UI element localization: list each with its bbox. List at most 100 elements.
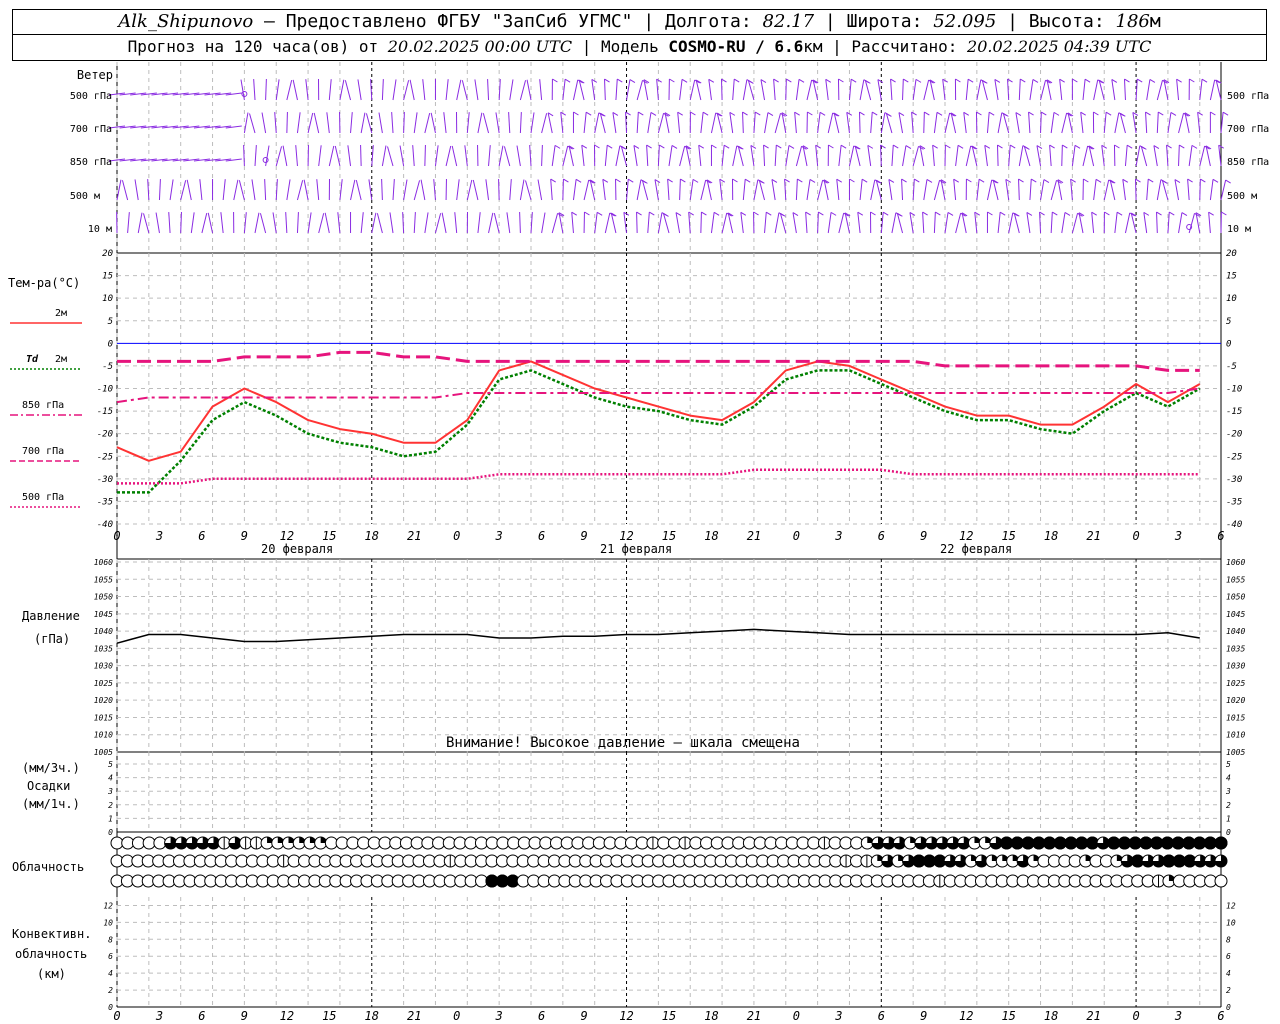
wind-barb-flag xyxy=(1062,144,1068,149)
wind-barb-flag xyxy=(1200,178,1206,183)
wind-barb xyxy=(259,213,267,234)
wind-barb xyxy=(912,146,919,167)
wind-barb-flag xyxy=(766,211,772,216)
wind-barb-flag xyxy=(690,111,696,116)
wind-barb-flag xyxy=(819,111,826,116)
wind-calm-marker xyxy=(262,157,269,163)
wind-barb xyxy=(657,145,660,167)
wind-level-850hpa: 850 гПа xyxy=(70,157,112,168)
wind-barb xyxy=(519,80,527,101)
wind-barb xyxy=(836,179,840,201)
wind-barb-flag xyxy=(788,145,795,149)
ytick-prec-left-5: 5 xyxy=(108,760,113,769)
wind-barb xyxy=(1040,80,1047,101)
wind-barb xyxy=(955,145,959,167)
wind-barb xyxy=(636,212,638,234)
wind-barb xyxy=(1059,79,1063,101)
cloud-fill-full xyxy=(1193,836,1207,850)
cloud-cell xyxy=(485,836,499,850)
ytick-pres-left-1045: 1045 xyxy=(94,610,113,619)
wind-barb-flag xyxy=(1201,78,1208,83)
wind-barb-flag xyxy=(1169,211,1175,216)
wind-barb-flag xyxy=(571,211,577,216)
wind-barb-flag xyxy=(1191,144,1198,149)
wind-barb-flag xyxy=(1156,211,1162,216)
wind-barb xyxy=(1156,212,1158,234)
wind-barb-flag xyxy=(713,211,720,216)
wind-barb xyxy=(482,113,490,134)
wind-barb xyxy=(207,212,214,234)
wind-barb xyxy=(286,79,293,101)
wind-barb xyxy=(950,112,957,134)
wind-barb-flag xyxy=(1187,178,1193,183)
wind-barb xyxy=(498,79,501,101)
wind-barb xyxy=(456,79,462,101)
wind-barb-flag xyxy=(807,111,813,116)
wind-barb-flag xyxy=(849,178,855,183)
wind-barb xyxy=(581,145,585,167)
wind-barb-flag xyxy=(903,78,909,83)
ytick-conv-right-10: 10 xyxy=(1226,918,1236,927)
ytick-temp-left-15: 15 xyxy=(102,272,113,282)
ytick-pres-left-1010: 1010 xyxy=(94,731,113,740)
wind-barb-flag xyxy=(1095,178,1102,183)
wind-barb-flag xyxy=(840,144,847,149)
wind-barb xyxy=(771,179,776,201)
ytick-pres-left-1055: 1055 xyxy=(94,575,113,584)
cloud-cell xyxy=(507,836,521,850)
wind-barb xyxy=(539,79,543,101)
wind-barb-flag xyxy=(1158,111,1164,116)
ytick-temp-left-20: 20 xyxy=(102,249,113,259)
wind-barb xyxy=(1080,112,1084,134)
wind-barb xyxy=(846,112,850,134)
cloud-cell xyxy=(635,836,649,850)
wind-barb-flag xyxy=(978,178,985,183)
cloud-cell xyxy=(667,836,681,850)
wind-barb xyxy=(1111,79,1116,101)
wind-barb-flag xyxy=(681,78,688,83)
wind-barb xyxy=(1135,179,1137,201)
wind-barb xyxy=(923,79,930,101)
wind-barb xyxy=(795,179,798,201)
wind-barb xyxy=(541,113,548,134)
wind-barb xyxy=(441,212,447,234)
wind-barb xyxy=(509,179,512,201)
ytick-prec-right-0: 0 xyxy=(1226,828,1231,837)
wind-barb-flag xyxy=(677,111,683,116)
wind-level-850hpa-right: 850 гПа xyxy=(1227,157,1269,168)
cloud-cell xyxy=(335,836,349,850)
wind-barb xyxy=(997,112,1003,134)
wind-barb xyxy=(541,212,546,234)
xtick-temp-11: 9 xyxy=(580,529,587,543)
wind-barb-flag xyxy=(575,178,582,183)
xtick-temp-5: 15 xyxy=(322,529,336,543)
legend-t2m-label: 2м xyxy=(55,308,67,319)
wind-barb xyxy=(334,145,341,167)
wind-barb xyxy=(838,212,845,234)
cloud-cell xyxy=(657,836,671,850)
ytick-temp-left--20: -20 xyxy=(97,430,113,440)
wind-barb xyxy=(589,179,596,201)
wind-barb-flag xyxy=(870,211,876,216)
ytick-pres-right-1010: 1010 xyxy=(1226,731,1245,740)
wind-barb xyxy=(1071,145,1076,167)
wind-barb xyxy=(817,112,821,134)
wind-level-700hpa-right: 700 гПа xyxy=(1227,124,1269,135)
wind-barb xyxy=(493,212,500,234)
wind-barb xyxy=(764,212,767,234)
wind-barb xyxy=(1122,179,1126,201)
xtick-bottom-0: 0 xyxy=(113,1009,120,1023)
wind-barb xyxy=(1082,79,1086,101)
wind-barb-flag xyxy=(838,78,844,83)
wind-barb xyxy=(550,179,553,201)
wind-barb xyxy=(898,112,904,134)
ytick-temp-right-15: 15 xyxy=(1226,272,1237,282)
wind-barb xyxy=(795,79,800,101)
wind-barb xyxy=(1015,112,1020,134)
wind-barb xyxy=(623,212,628,234)
wind-barb xyxy=(1103,179,1110,201)
day-label-20: 20 февраля xyxy=(261,542,333,556)
ytick-temp-right--20: -20 xyxy=(1226,430,1242,440)
cloud-cell xyxy=(399,836,413,850)
wind-barb xyxy=(355,179,362,201)
